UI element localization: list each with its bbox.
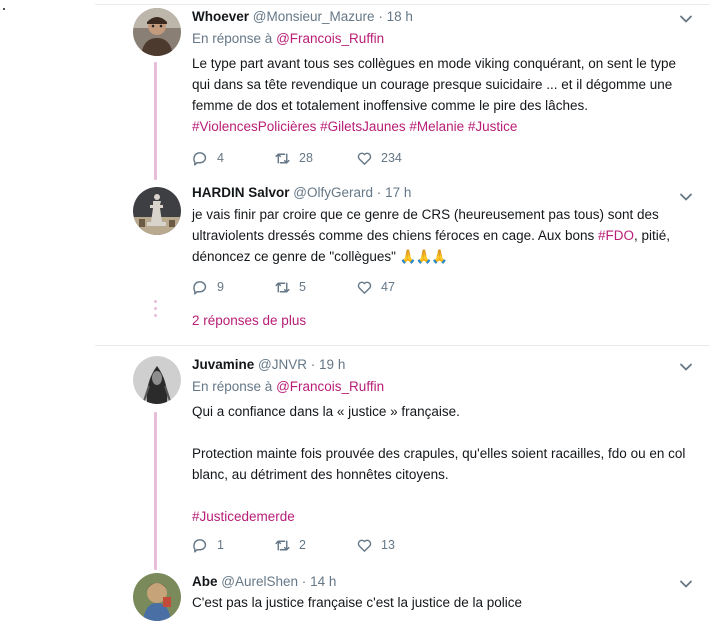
user-handle[interactable]: @Monsieur_Mazure (253, 9, 375, 24)
retweet-icon (275, 153, 290, 163)
retweet-icon (275, 282, 290, 292)
tweet-body: Le type part avant tous ses collègues en… (192, 56, 677, 113)
retweet-count: 28 (299, 151, 313, 165)
pray-emoji: 🙏🙏🙏 (399, 249, 448, 264)
display-name[interactable]: Abe (192, 574, 218, 589)
retweet-count: 5 (299, 280, 306, 294)
tweet-text: je vais finir par croire que ce genre de… (192, 204, 692, 267)
like-icon (357, 539, 372, 552)
tweet-body: C'est pas la justice française c'est la … (192, 595, 523, 610)
retweet-icon (275, 540, 290, 550)
separator: · (310, 357, 316, 372)
tweet-header: HARDIN Salvor @OlfyGerard · 17 h (192, 184, 692, 202)
avatar[interactable] (133, 356, 181, 404)
show-more-replies-link[interactable]: 2 réponses de plus (192, 313, 306, 328)
reply-button[interactable]: 9 (192, 279, 274, 296)
separator: · (376, 185, 382, 200)
like-icon (357, 152, 372, 165)
separator: · (378, 9, 383, 24)
separator: · (301, 574, 307, 589)
user-handle[interactable]: @JNVR (258, 357, 307, 372)
reply-count: 9 (217, 280, 224, 294)
reply-count: 1 (217, 538, 224, 552)
like-count: 234 (381, 151, 402, 165)
tweet-paragraph: Protection mainte fois prouvée des crapu… (192, 446, 686, 482)
chevron-down-icon[interactable] (679, 360, 693, 374)
reply-icon (193, 538, 207, 553)
chevron-down-icon[interactable] (679, 12, 693, 26)
tweet-actions: 9 5 47 (192, 277, 438, 297)
timestamp[interactable]: 17 h (385, 185, 411, 200)
reply-context: En réponse à @Francois_Ruffin (192, 378, 692, 396)
divider-top (95, 4, 710, 5)
hashtag-link[interactable]: #Justicedemerde (192, 506, 692, 527)
reply-icon (193, 151, 207, 166)
retweet-button[interactable]: 5 (274, 279, 356, 296)
hashtag-link[interactable]: #FDO (598, 228, 634, 243)
tweet-body-part: je vais finir par croire que ce genre de… (192, 207, 659, 243)
tweet-header: Whoever @Monsieur_Mazure · 18 h (192, 8, 692, 26)
reply-mention[interactable]: @Francois_Ruffin (276, 31, 384, 46)
tweet-actions: 1 2 13 (192, 535, 438, 555)
like-icon (357, 281, 372, 294)
timestamp[interactable]: 14 h (310, 574, 336, 589)
stray-dot (3, 8, 5, 10)
like-button[interactable]: 47 (356, 279, 438, 296)
group-divider (95, 345, 710, 346)
like-button[interactable]: 234 (356, 150, 438, 167)
avatar[interactable] (133, 573, 181, 621)
user-handle[interactable]: @OlfyGerard (293, 185, 373, 200)
like-button[interactable]: 13 (356, 537, 438, 554)
reply-prefix: En réponse à (192, 31, 273, 46)
tweet-text: Qui a confiance dans la « justice » fran… (192, 401, 692, 527)
like-count: 13 (381, 538, 395, 552)
user-handle[interactable]: @AurelShen (221, 574, 298, 589)
tweet-actions: 4 28 234 (192, 148, 438, 168)
reply-button[interactable]: 1 (192, 537, 274, 554)
reply-context: En réponse à @Francois_Ruffin (192, 30, 692, 48)
like-count: 47 (381, 280, 395, 294)
avatar[interactable] (133, 187, 181, 235)
thread-dots (154, 300, 157, 321)
chevron-down-icon[interactable] (679, 190, 693, 204)
tweet-text: C'est pas la justice française c'est la … (192, 592, 692, 613)
retweet-count: 2 (299, 538, 306, 552)
timestamp[interactable]: 19 h (319, 357, 345, 372)
reply-feed: Whoever @Monsieur_Mazure · 18 h En répon… (95, 0, 710, 628)
timestamp[interactable]: 18 h (387, 9, 413, 24)
retweet-button[interactable]: 28 (274, 150, 356, 167)
hashtag-links[interactable]: #ViolencesPolicières #GiletsJaunes #Mela… (192, 119, 517, 134)
avatar[interactable] (133, 8, 181, 56)
reply-count: 4 (217, 151, 224, 165)
reply-icon (193, 280, 207, 295)
tweet-header: Abe @AurelShen · 14 h (192, 573, 692, 591)
retweet-button[interactable]: 2 (274, 537, 356, 554)
reply-button[interactable]: 4 (192, 150, 274, 167)
thread-line (154, 62, 157, 180)
display-name[interactable]: Whoever (192, 9, 249, 24)
tweet-paragraph: Qui a confiance dans la « justice » fran… (192, 404, 460, 419)
thread-line (154, 412, 157, 570)
tweet-header: Juvamine @JNVR · 19 h (192, 356, 692, 374)
display-name[interactable]: Juvamine (192, 357, 254, 372)
chevron-down-icon[interactable] (679, 577, 693, 591)
reply-mention[interactable]: @Francois_Ruffin (276, 379, 384, 394)
tweet-text: Le type part avant tous ses collègues en… (192, 53, 692, 137)
display-name[interactable]: HARDIN Salvor (192, 185, 290, 200)
reply-prefix: En réponse à (192, 379, 273, 394)
